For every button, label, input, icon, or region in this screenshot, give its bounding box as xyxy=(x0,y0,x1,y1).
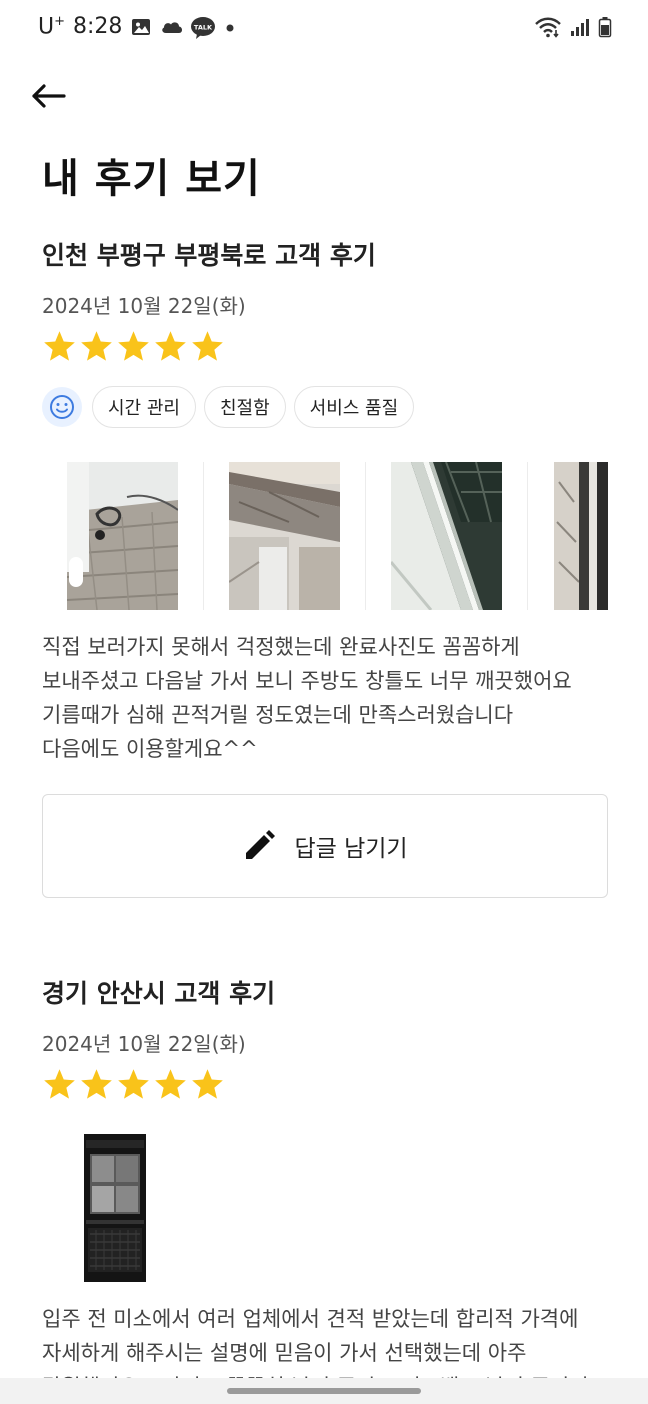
star-rating xyxy=(42,1067,608,1102)
carrier-label: U+ xyxy=(38,14,66,40)
review-date: 2024년 10월 22일(화) xyxy=(42,1032,246,1056)
photo-carousel[interactable] xyxy=(42,462,608,610)
star-icon xyxy=(118,331,149,361)
arrow-left-icon xyxy=(32,84,66,108)
pencil-icon xyxy=(246,830,276,859)
reply-button-label: 답글 남기기 xyxy=(294,836,408,862)
smile-icon xyxy=(42,387,82,427)
star-icon xyxy=(192,1069,223,1099)
review-title: 인천 부평구 부평북로 고객 후기 xyxy=(42,241,376,270)
wifi-icon xyxy=(534,16,562,42)
battery-icon xyxy=(598,16,612,42)
home-indicator[interactable] xyxy=(227,1388,421,1394)
review-text: 직접 보러가지 못해서 걱정했는데 완료사진도 꼼꼼하게 보내주셨고 다음날 가… xyxy=(42,635,572,761)
svg-text:TALK: TALK xyxy=(194,23,213,31)
star-icon xyxy=(118,1069,149,1099)
tag-chip[interactable]: 시간 관리 xyxy=(92,386,196,428)
review-card: 경기 안산시 고객 후기 2024년 10월 22일(화) 입주 전 미소에서 … xyxy=(42,974,608,1404)
star-icon xyxy=(192,331,223,361)
star-rating xyxy=(42,329,608,364)
star-icon xyxy=(44,1069,75,1099)
review-card: 인천 부평구 부평북로 고객 후기 2024년 10월 22일(화) 시간 관리… xyxy=(42,236,608,898)
star-icon xyxy=(155,331,186,361)
review-date: 2024년 10월 22일(화) xyxy=(42,294,246,318)
tag-list: 시간 관리 친절함 서비스 품질 xyxy=(42,386,608,428)
tag-chip[interactable]: 서비스 품질 xyxy=(293,386,415,428)
review-photo-door-frame[interactable] xyxy=(229,462,340,610)
cloud-icon xyxy=(160,16,183,38)
gallery-icon xyxy=(130,16,152,38)
page-title: 내 후기 보기 xyxy=(42,156,261,202)
tag-chip[interactable]: 친절함 xyxy=(203,386,286,428)
review-photo-screenshot[interactable] xyxy=(84,1134,146,1282)
review-photo-window-frame[interactable] xyxy=(391,462,502,610)
star-icon xyxy=(155,1069,186,1099)
review-photo-bathroom-floor[interactable] xyxy=(67,462,178,610)
dot-icon xyxy=(224,16,236,38)
reply-button[interactable]: 답글 남기기 xyxy=(42,794,608,898)
signal-icon xyxy=(570,16,590,42)
kakaotalk-icon: TALK xyxy=(190,16,216,39)
star-icon xyxy=(81,331,112,361)
star-icon xyxy=(81,1069,112,1099)
status-bar: U+ 8:28 TALK xyxy=(0,0,648,56)
star-icon xyxy=(44,331,75,361)
review-photo-window-track[interactable] xyxy=(553,462,608,610)
back-button[interactable] xyxy=(28,76,68,116)
status-time: 8:28 xyxy=(73,14,123,40)
review-title: 경기 안산시 고객 후기 xyxy=(42,979,276,1008)
